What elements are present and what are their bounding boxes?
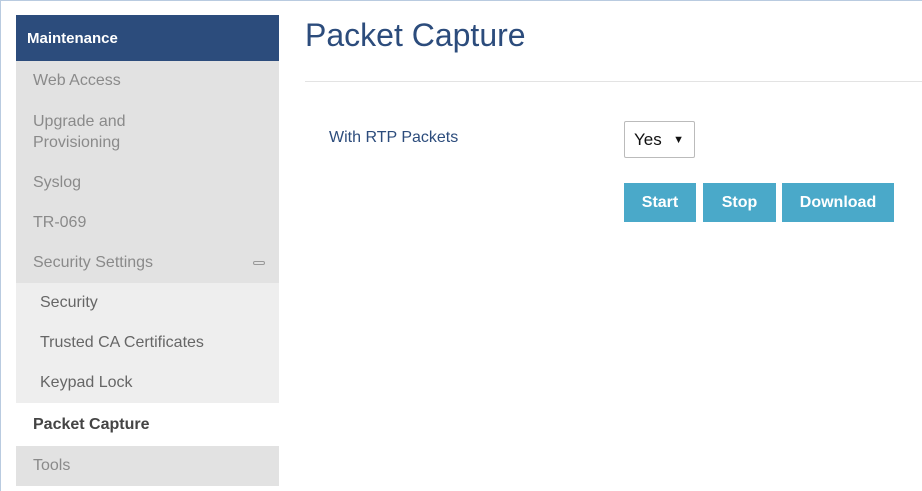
stop-button-label: Stop	[721, 193, 758, 211]
sidebar-item-label: Packet Capture	[33, 415, 150, 433]
sidebar-item-label: Tools	[33, 457, 71, 474]
sidebar-item-tools[interactable]: Tools	[16, 446, 279, 486]
sidebar-item-label: Trusted CA Certificates	[40, 334, 204, 351]
sidebar-item-security[interactable]: Security	[16, 283, 279, 323]
start-button-label: Start	[641, 193, 679, 211]
sidebar-item-label: Syslog	[33, 174, 82, 191]
minus-collapse-icon[interactable]	[253, 261, 265, 265]
sidebar-item-packet-capture[interactable]: Packet Capture	[16, 403, 279, 446]
download-button-label: Download	[799, 193, 877, 211]
sidebar-item-trusted-ca-certificates[interactable]: Trusted CA Certificates	[16, 323, 279, 363]
sidebar-item-label-line1: Upgrade and	[33, 113, 126, 130]
sidebar-item-label: Security	[40, 294, 98, 311]
sidebar-item-label-line2: Provisioning	[33, 134, 121, 151]
rtp-packets-select[interactable]: Yes ▼	[624, 121, 695, 158]
stop-button[interactable]: Stop	[703, 183, 776, 222]
sidebar-item-label: TR-069	[33, 214, 87, 231]
sidebar-item-syslog[interactable]: Syslog	[16, 163, 279, 203]
sidebar-item-security-settings[interactable]: Security Settings	[16, 243, 279, 283]
dropdown-arrow-icon: ▼	[673, 134, 684, 146]
rtp-packets-label: With RTP Packets	[329, 129, 459, 146]
title-divider	[305, 81, 922, 82]
sidebar-item-web-access[interactable]: Web Access	[16, 61, 279, 101]
sidebar-header-label: Maintenance	[27, 29, 118, 47]
sidebar-item-label: Web Access	[33, 72, 121, 89]
sidebar-item-label: Security Settings	[33, 254, 154, 271]
sidebar-item-label: Keypad Lock	[40, 374, 133, 391]
sidebar-nav: Maintenance Web Access Upgrade and Provi…	[16, 15, 279, 486]
sidebar-item-tr-069[interactable]: TR-069	[16, 203, 279, 243]
rtp-packets-value: Yes	[634, 129, 662, 149]
page-title: Packet Capture	[305, 17, 526, 53]
sidebar-header-maintenance[interactable]: Maintenance	[16, 15, 279, 61]
sidebar-item-keypad-lock[interactable]: Keypad Lock	[16, 363, 279, 403]
start-button[interactable]: Start	[624, 183, 696, 222]
sidebar-item-upgrade-provisioning[interactable]: Upgrade and Provisioning	[16, 101, 279, 163]
download-button[interactable]: Download	[782, 183, 894, 222]
